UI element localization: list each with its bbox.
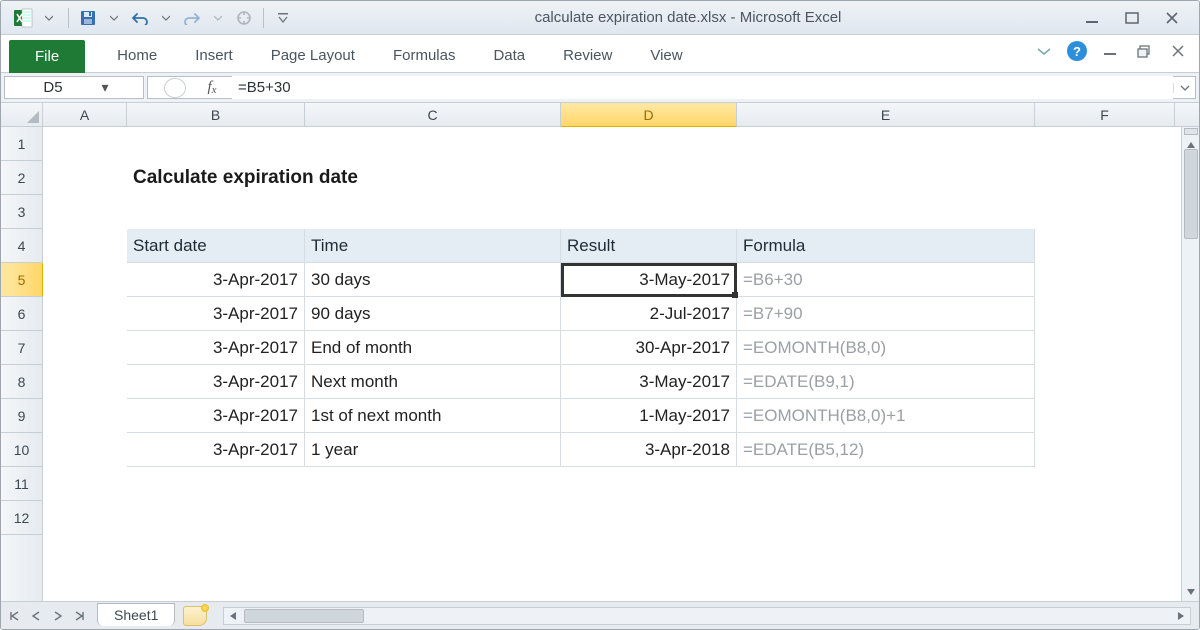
name-box-dropdown-icon[interactable]: ▾ <box>97 79 113 96</box>
sheet-tab[interactable]: Sheet1 <box>97 603 175 626</box>
scroll-down-icon[interactable] <box>1182 583 1199 601</box>
tab-page-layout[interactable]: Page Layout <box>265 39 361 72</box>
tab-formulas[interactable]: Formulas <box>387 39 462 72</box>
col-header-D[interactable]: D <box>561 103 737 127</box>
row-header-2[interactable]: 2 <box>1 161 42 195</box>
tab-home[interactable]: Home <box>111 39 163 72</box>
col-header-F[interactable]: F <box>1035 103 1175 126</box>
formula-input[interactable] <box>232 76 1173 99</box>
row-header-12[interactable]: 12 <box>1 501 42 535</box>
scroll-thumb[interactable] <box>1184 149 1198 239</box>
prev-sheet-icon[interactable] <box>25 605 47 627</box>
new-sheet-icon[interactable] <box>183 606 207 626</box>
workbook-close-icon[interactable] <box>1167 42 1189 60</box>
row-header-10[interactable]: 10 <box>1 433 42 467</box>
row-header-4[interactable]: 4 <box>1 229 42 263</box>
row-header-9[interactable]: 9 <box>1 399 42 433</box>
first-sheet-icon[interactable] <box>3 605 25 627</box>
table-row: 3-Apr-2017 90 days 2-Jul-2017 =B7+90 <box>43 297 1199 331</box>
col-header-A[interactable]: A <box>43 103 127 126</box>
help-icon[interactable]: ? <box>1067 41 1087 61</box>
excel-window: calculate expiration date.xlsx - Microso… <box>0 0 1200 630</box>
last-sheet-icon[interactable] <box>69 605 91 627</box>
column-headers: A B C D E F <box>1 103 1199 127</box>
next-sheet-icon[interactable] <box>47 605 69 627</box>
scroll-right-icon[interactable] <box>1172 608 1190 624</box>
ribbon-tabs: File Home Insert Page Layout Formulas Da… <box>1 35 1199 73</box>
header-result[interactable]: Result <box>561 229 737 263</box>
table-row: 3-Apr-2017 End of month 30-Apr-2017 =EOM… <box>43 331 1199 365</box>
workbook-restore-icon[interactable] <box>1133 42 1155 60</box>
function-oval-icon <box>164 78 186 98</box>
row-header-6[interactable]: 6 <box>1 297 42 331</box>
select-all-corner[interactable] <box>1 103 43 126</box>
header-start-date[interactable]: Start date <box>127 229 305 263</box>
maximize-button[interactable] <box>1121 9 1143 27</box>
h-scroll-thumb[interactable] <box>244 609 364 623</box>
window-title: calculate expiration date.xlsx - Microso… <box>295 9 1081 26</box>
split-handle-icon[interactable] <box>1184 128 1198 135</box>
row-header-3[interactable]: 3 <box>1 195 42 229</box>
row-header-7[interactable]: 7 <box>1 331 42 365</box>
quick-access-toolbar <box>11 6 295 30</box>
insert-function-button[interactable]: fx <box>192 79 232 96</box>
excel-app-icon[interactable] <box>11 6 35 30</box>
tab-review[interactable]: Review <box>557 39 618 72</box>
ribbon-minimize-icon[interactable] <box>1033 42 1055 60</box>
close-button[interactable] <box>1161 9 1183 27</box>
touch-mode-icon[interactable] <box>232 6 256 30</box>
vertical-scrollbar[interactable] <box>1181 127 1199 601</box>
redo-dropdown-icon[interactable] <box>206 6 230 30</box>
table-row: 3-Apr-2017 Next month 3-May-2017 =EDATE(… <box>43 365 1199 399</box>
header-formula[interactable]: Formula <box>737 229 1035 263</box>
title-bar: calculate expiration date.xlsx - Microso… <box>1 1 1199 35</box>
redo-icon[interactable] <box>180 6 204 30</box>
table-row: 3-Apr-2017 1st of next month 1-May-2017 … <box>43 399 1199 433</box>
spreadsheet-grid: A B C D E F 1 2 3 4 5 6 7 8 9 10 11 12 <box>1 103 1199 601</box>
table-row: 3-Apr-2017 1 year 3-Apr-2018 =EDATE(B5,1… <box>43 433 1199 467</box>
undo-icon[interactable] <box>128 6 152 30</box>
workbook-minimize-icon[interactable] <box>1099 42 1121 60</box>
row-header-8[interactable]: 8 <box>1 365 42 399</box>
name-box[interactable]: ▾ <box>4 76 144 99</box>
qat-dropdown-icon[interactable] <box>37 6 61 30</box>
tab-view[interactable]: View <box>644 39 688 72</box>
row-header-11[interactable]: 11 <box>1 467 42 501</box>
save-dropdown-icon[interactable] <box>102 6 126 30</box>
qat-customize-icon[interactable] <box>271 6 295 30</box>
formula-bar-expand-icon[interactable] <box>1173 83 1195 93</box>
window-controls <box>1081 9 1189 27</box>
tab-insert[interactable]: Insert <box>189 39 239 72</box>
header-time[interactable]: Time <box>305 229 561 263</box>
undo-dropdown-icon[interactable] <box>154 6 178 30</box>
sheet-title[interactable]: Calculate expiration date <box>127 161 627 195</box>
cells-area[interactable]: Calculate expiration date Start date Tim… <box>43 127 1199 601</box>
horizontal-scrollbar[interactable] <box>223 607 1191 625</box>
row-headers: 1 2 3 4 5 6 7 8 9 10 11 12 <box>1 127 43 601</box>
sheet-tab-bar: Sheet1 <box>1 601 1199 629</box>
table-row: 3-Apr-2017 30 days 3-May-2017 =B6+30 <box>43 263 1199 297</box>
formula-bar: ▾ fx <box>1 73 1199 103</box>
name-box-input[interactable] <box>9 79 97 96</box>
scroll-left-icon[interactable] <box>224 608 242 624</box>
col-header-E[interactable]: E <box>737 103 1035 126</box>
minimize-button[interactable] <box>1081 9 1103 27</box>
save-icon[interactable] <box>76 6 100 30</box>
row-header-1[interactable]: 1 <box>1 127 42 161</box>
tab-data[interactable]: Data <box>487 39 531 72</box>
row-header-5[interactable]: 5 <box>1 263 43 297</box>
col-header-B[interactable]: B <box>127 103 305 126</box>
file-tab[interactable]: File <box>9 40 85 73</box>
col-header-C[interactable]: C <box>305 103 561 126</box>
